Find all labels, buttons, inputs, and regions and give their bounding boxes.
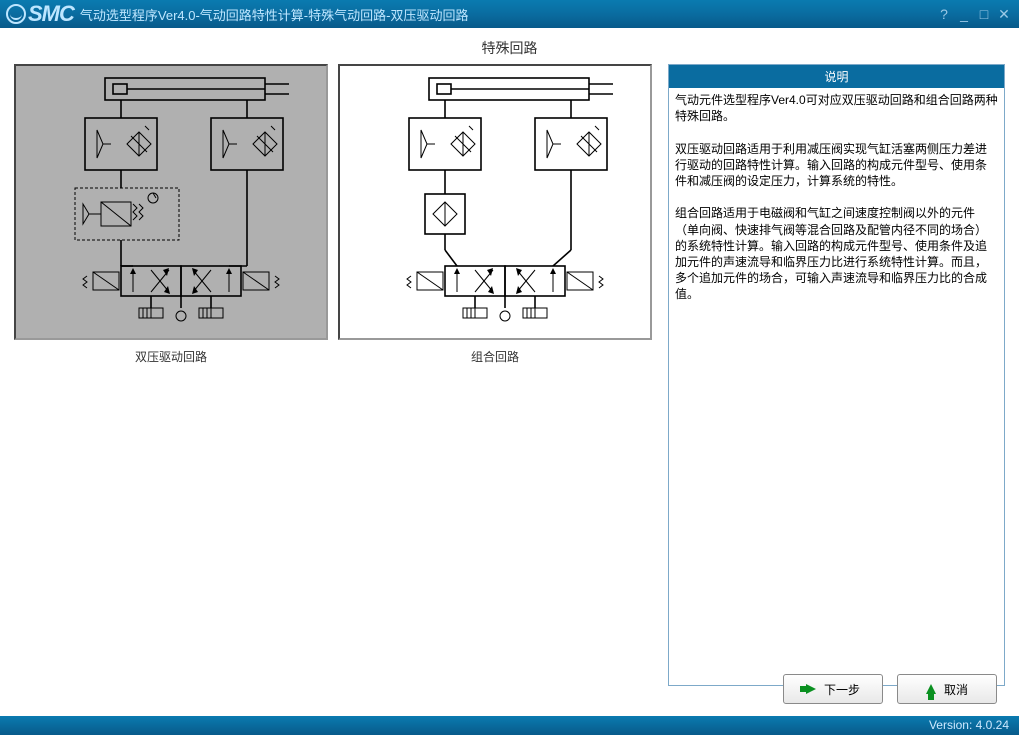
option-label-left: 双压驱动回路 [14, 348, 328, 365]
help-icon[interactable]: ? [935, 6, 953, 23]
status-bar: Version: 4.0.24 [0, 716, 1019, 735]
logo-text: SMC [28, 1, 74, 27]
button-row: 下一步 取消 [783, 674, 997, 704]
minimize-icon[interactable]: _ [955, 6, 973, 23]
circuit-options: 双压驱动回路 [14, 64, 658, 686]
arrow-right-icon [806, 684, 816, 694]
option-combination[interactable]: 组合回路 [338, 64, 652, 686]
option-dual-pressure[interactable]: 双压驱动回路 [14, 64, 328, 686]
diagram-combination [338, 64, 652, 340]
version-label: Version: 4.0.24 [929, 718, 1009, 732]
arrow-up-icon [926, 684, 936, 694]
info-header: 说明 [669, 65, 1004, 88]
content-area: 特殊回路 [0, 28, 1019, 716]
info-panel: 说明 气动元件选型程序Ver4.0可对应双压驱动回路和组合回路两种特殊回路。 双… [668, 64, 1005, 686]
next-label: 下一步 [824, 681, 860, 698]
maximize-icon[interactable]: □ [975, 6, 993, 23]
section-title: 特殊回路 [14, 38, 1005, 58]
option-label-right: 组合回路 [338, 348, 652, 365]
info-body: 气动元件选型程序Ver4.0可对应双压驱动回路和组合回路两种特殊回路。 双压驱动… [669, 88, 1004, 306]
next-button[interactable]: 下一步 [783, 674, 883, 704]
app-logo: SMC [6, 1, 74, 27]
logo-swirl-icon [6, 4, 26, 24]
window-controls: ? _ □ ✕ [935, 6, 1013, 23]
titlebar: SMC 气动选型程序Ver4.0-气动回路特性计算-特殊气动回路-双压驱动回路 … [0, 0, 1019, 28]
diagram-dual-pressure [14, 64, 328, 340]
window-title: 气动选型程序Ver4.0-气动回路特性计算-特殊气动回路-双压驱动回路 [80, 5, 469, 24]
cancel-label: 取消 [944, 681, 968, 698]
close-icon[interactable]: ✕ [995, 6, 1013, 23]
cancel-button[interactable]: 取消 [897, 674, 997, 704]
